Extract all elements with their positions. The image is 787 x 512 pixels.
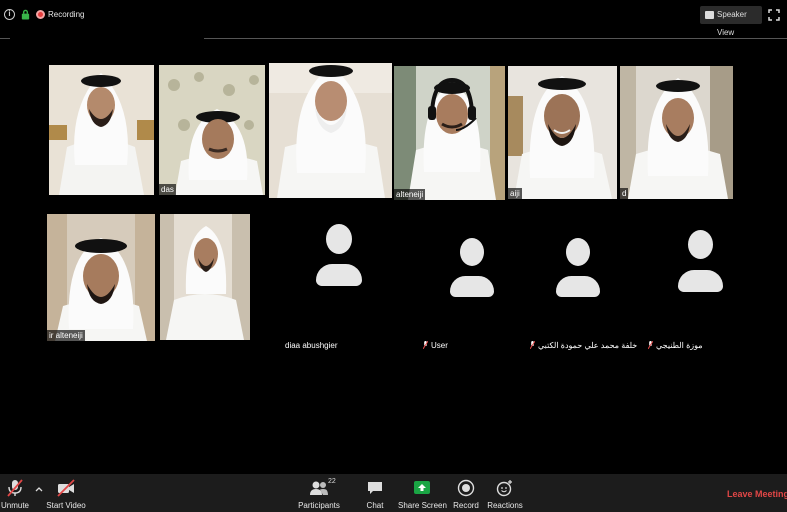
participant-video (160, 214, 250, 340)
avatar-icon (316, 224, 364, 288)
reactions-label: Reactions (487, 501, 523, 510)
info-icon[interactable]: i (4, 9, 15, 20)
meeting-toolbar: Unmute Start Video 22 Participants Chat (0, 474, 787, 512)
chevron-up-icon[interactable] (35, 486, 43, 492)
record-icon (457, 479, 475, 497)
participant-name: User (423, 341, 448, 350)
participant-name: aiji (508, 188, 522, 199)
share-screen-icon (414, 481, 430, 494)
video-tile[interactable]: aiji (508, 66, 617, 199)
participant-name-text: User (431, 341, 448, 350)
participants-label: Participants (298, 501, 340, 510)
speaker-view-icon (705, 11, 714, 19)
participant-video (394, 66, 505, 200)
participant-video (269, 63, 392, 198)
video-tile[interactable] (160, 214, 250, 340)
participant-video (159, 65, 265, 195)
video-off-icon (57, 479, 75, 497)
start-video-button[interactable]: Start Video (46, 474, 86, 512)
speaker-view-label: Speaker View (717, 10, 747, 37)
reactions-button[interactable]: Reactions (486, 474, 524, 512)
share-screen-label: Share Screen (398, 501, 447, 510)
meeting-top-bar: i Recording Speaker View (0, 0, 787, 37)
lock-icon[interactable] (20, 9, 31, 20)
unmute-button[interactable]: Unmute (0, 474, 30, 512)
recording-label: Recording (48, 10, 85, 19)
start-video-label: Start Video (46, 501, 86, 510)
fullscreen-icon[interactable] (768, 9, 780, 21)
participant-name: موزة الطنيجي (648, 341, 703, 350)
participant-name-text: خلفة محمد علي حمودة الكتبي (538, 341, 638, 350)
chat-icon (368, 482, 382, 494)
participant-name: خلفة محمد علي حمودة الكتبي (530, 341, 637, 350)
unmute-label: Unmute (0, 501, 29, 510)
participants-button[interactable]: 22 Participants (296, 474, 342, 512)
participant-name: alteneiji (394, 189, 426, 200)
participant-name: das (159, 184, 176, 195)
chat-label: Chat (366, 501, 384, 510)
participant-video (508, 66, 617, 199)
video-tile[interactable] (269, 63, 392, 198)
participant-video (49, 65, 154, 195)
participant-name: d (620, 188, 629, 199)
participant-name: diaa abushgier (285, 341, 337, 350)
microphone-muted-icon (423, 341, 428, 349)
speaker-view-button[interactable]: Speaker View (700, 6, 762, 37)
participant-video (620, 66, 733, 199)
avatar-icon (556, 238, 602, 298)
avatar-icon (678, 230, 724, 294)
microphone-muted-icon (530, 341, 535, 349)
microphone-muted-icon (648, 341, 653, 349)
reactions-icon (496, 480, 512, 497)
participants-count: 22 (328, 478, 336, 485)
chat-button[interactable]: Chat (360, 474, 390, 512)
participant-name-text: موزة الطنيجي (656, 341, 703, 350)
microphone-muted-icon (7, 479, 23, 497)
divider (0, 38, 10, 39)
share-screen-button[interactable]: Share Screen (398, 474, 447, 512)
participants-icon (310, 481, 328, 495)
video-tile[interactable]: ir alteneiji (47, 214, 155, 341)
recording-icon (36, 10, 45, 19)
video-tile[interactable]: das (159, 65, 265, 195)
video-tile[interactable]: alteneiji (394, 66, 505, 200)
participant-name-text: diaa abushgier (285, 341, 338, 350)
video-tile[interactable]: d (620, 66, 733, 199)
participant-name: ir alteneiji (47, 330, 85, 341)
leave-meeting-button[interactable]: Leave Meeting (727, 489, 787, 499)
participant-video (47, 214, 155, 341)
record-label: Record (453, 501, 479, 510)
record-button[interactable]: Record (451, 474, 481, 512)
avatar-icon (450, 238, 496, 298)
divider (204, 38, 787, 39)
video-tile[interactable] (49, 65, 154, 195)
